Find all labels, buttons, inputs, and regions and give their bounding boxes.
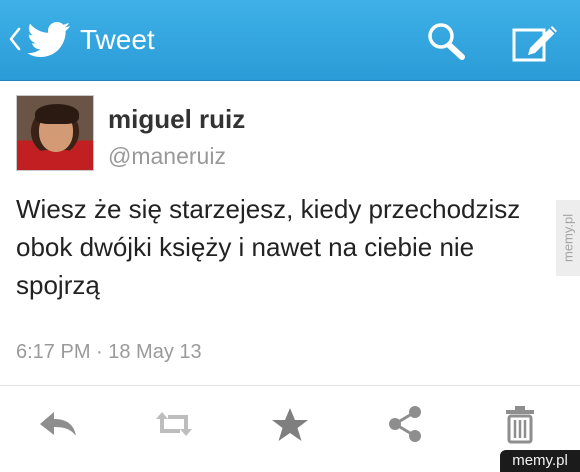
share-icon [389, 406, 421, 442]
app-header: Tweet [0, 0, 580, 81]
search-icon[interactable] [424, 20, 468, 62]
tweet-actions-bar [0, 386, 580, 472]
share-button[interactable] [383, 404, 427, 444]
compose-icon[interactable] [510, 18, 560, 64]
reply-button[interactable] [36, 404, 80, 444]
avatar[interactable] [16, 95, 94, 171]
user-display-name[interactable]: miguel ruiz [108, 104, 245, 134]
watermark-side: memy.pl [556, 200, 580, 276]
chevron-left-icon[interactable] [8, 26, 22, 52]
twitter-bird-icon[interactable] [26, 20, 72, 60]
tweet-text: Wiesz że się starzejesz, kiedy przechodz… [16, 194, 521, 300]
reply-icon [40, 412, 76, 436]
retweet-icon [156, 412, 192, 436]
favorite-star-icon [272, 408, 308, 441]
tweet-timestamp: 6:17 PM · 18 May 13 [16, 341, 202, 363]
page-title: Tweet [80, 24, 155, 55]
watermark-corner: memy.pl [500, 450, 580, 472]
retweet-button[interactable] [152, 404, 196, 444]
favorite-button[interactable] [268, 404, 312, 444]
user-handle[interactable]: @maneruiz [108, 142, 226, 170]
delete-button[interactable] [498, 404, 542, 444]
delete-trash-icon [506, 406, 534, 444]
